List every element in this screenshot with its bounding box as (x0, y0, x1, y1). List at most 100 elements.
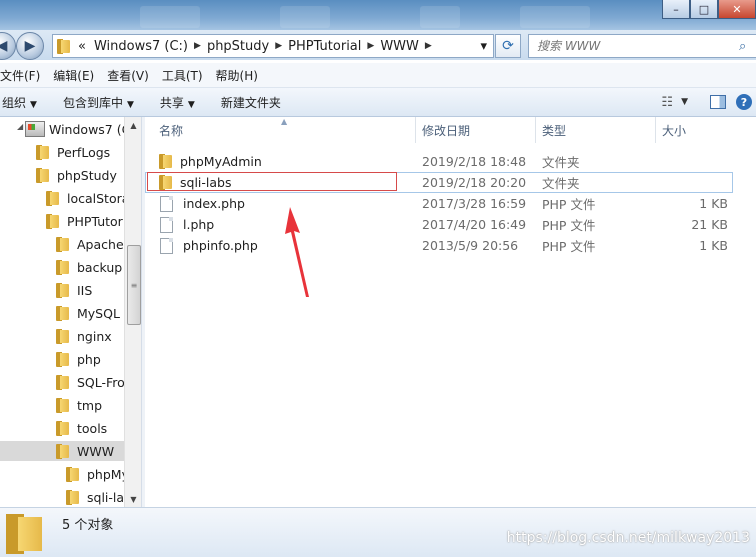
blurred-background (520, 6, 590, 28)
folder-icon (46, 213, 59, 229)
tree-item-localstorage[interactable]: localStora (46, 188, 129, 208)
table-row[interactable]: phpinfo.php 2013/5/9 20:56 PHP 文件 1 KB (145, 235, 756, 256)
table-row[interactable]: l.php 2017/4/20 16:49 PHP 文件 21 KB (145, 214, 756, 235)
menu-tools[interactable]: 工具(T) (158, 67, 212, 84)
forward-arrow-icon: ▶ (24, 38, 36, 54)
address-dropdown-icon[interactable]: ▾ (480, 39, 487, 54)
tree-item-sqli-labs[interactable]: sqli-lab (66, 487, 132, 507)
blurred-background (140, 6, 200, 28)
blurred-background (280, 6, 330, 28)
folder-icon (56, 443, 69, 459)
preview-pane-icon[interactable] (710, 95, 726, 109)
refresh-icon: ⟳ (502, 38, 514, 54)
column-header-type[interactable]: 类型 (536, 117, 656, 143)
scroll-down-icon[interactable]: ▼ (125, 491, 142, 507)
address-bar[interactable]: « Windows7 (C:) ▶ phpStudy ▶ PHPTutorial… (52, 34, 494, 58)
search-input[interactable] (535, 38, 739, 54)
drive-icon (25, 121, 45, 137)
title-bar: – □ ✕ (0, 0, 756, 30)
search-icon[interactable]: ⌕ (739, 39, 746, 54)
tree-item-sql-front[interactable]: SQL-Fron (56, 372, 133, 392)
file-size (655, 151, 728, 172)
close-button[interactable]: ✕ (718, 0, 756, 19)
menu-file[interactable]: 文件(F) (0, 67, 49, 84)
chevron-right-icon[interactable]: ▶ (425, 41, 432, 51)
tree-item-tmp[interactable]: tmp (56, 395, 102, 415)
nav-scrollbar[interactable]: ▲ ≡ ▼ (124, 117, 142, 507)
caret-down-icon[interactable]: ▼ (681, 97, 688, 107)
tree-item-phptutorial[interactable]: PHPTutoria (46, 211, 134, 231)
file-date: 2017/4/20 16:49 (422, 217, 527, 232)
tree-item-label: Apache (77, 236, 124, 252)
column-header-size[interactable]: 大小 (656, 117, 746, 143)
breadcrumb-item[interactable]: WWW (380, 39, 419, 54)
help-icon[interactable]: ? (736, 94, 752, 110)
scroll-thumb[interactable]: ≡ (127, 245, 141, 325)
folder-icon (56, 420, 69, 436)
blurred-background (420, 6, 460, 28)
file-name-cell: phpinfo.php (159, 235, 258, 256)
folder-icon (46, 190, 59, 206)
collapse-icon[interactable]: ◢ (17, 122, 23, 131)
chevron-right-icon[interactable]: ▶ (367, 41, 374, 51)
highlight-box (147, 172, 397, 191)
breadcrumb-item[interactable]: Windows7 (C:) (94, 39, 188, 54)
tree-item-drive[interactable]: Windows7 (C: (25, 119, 135, 139)
folder-icon (66, 466, 79, 482)
table-row[interactable]: phpMyAdmin 2019/2/18 18:48 文件夹 (145, 151, 756, 172)
share-button[interactable]: 共享 ▼ (160, 94, 195, 111)
refresh-button[interactable]: ⟳ (495, 34, 521, 58)
menu-view[interactable]: 查看(V) (103, 67, 158, 84)
navigation-pane: ◢ Windows7 (C: PerfLogs phpStudy localSt… (0, 117, 141, 507)
back-button[interactable]: ◀ (0, 32, 16, 60)
tree-item-phpmyadmin[interactable]: phpMy (66, 464, 129, 484)
tree-item-iis[interactable]: IIS (56, 280, 92, 300)
maximize-button[interactable]: □ (690, 0, 718, 19)
column-header-date[interactable]: 修改日期 (416, 117, 536, 143)
tree-item-label: Windows7 (C: (49, 121, 135, 137)
tree-item-label: PerfLogs (57, 144, 111, 160)
breadcrumb-item[interactable]: phpStudy (207, 39, 269, 54)
tree-item-perflogs[interactable]: PerfLogs (36, 142, 110, 162)
tree-item-label: IIS (77, 282, 93, 298)
scroll-up-icon[interactable]: ▲ (125, 117, 142, 133)
breadcrumb-item[interactable]: PHPTutorial (288, 39, 361, 54)
minimize-icon: – (673, 2, 679, 16)
chevron-right-icon[interactable]: ▶ (194, 41, 201, 51)
tree-item-apache[interactable]: Apache (56, 234, 124, 254)
tree-item-tools[interactable]: tools (56, 418, 107, 438)
folder-icon (36, 144, 49, 160)
view-options-icon[interactable]: ☷ (661, 95, 673, 110)
file-date: 2013/5/9 20:56 (422, 238, 519, 253)
file-name: index.php (183, 196, 245, 211)
back-arrow-icon: ◀ (0, 38, 8, 54)
forward-button[interactable]: ▶ (16, 32, 44, 60)
tree-item-php[interactable]: php (56, 349, 101, 369)
file-date: 2019/2/18 18:48 (422, 154, 527, 169)
include-in-library-button[interactable]: 包含到库中 ▼ (63, 94, 134, 111)
tree-item-nginx[interactable]: nginx (56, 326, 112, 346)
breadcrumb-overflow[interactable]: « (78, 39, 86, 54)
watermark: https://blog.csdn.net/milkway2013 (506, 530, 750, 546)
tree-item-phpstudy[interactable]: phpStudy (36, 165, 117, 185)
file-type: PHP 文件 (542, 218, 596, 233)
file-date: 2019/2/18 20:20 (422, 175, 527, 190)
organize-button[interactable]: 组织 ▼ (2, 94, 37, 111)
menu-help[interactable]: 帮助(H) (212, 67, 267, 84)
tree-item-www[interactable]: WWW (0, 441, 124, 461)
tree-item-backup[interactable]: backup (56, 257, 122, 277)
organize-label: 组织 (2, 95, 27, 110)
menu-edit[interactable]: 编辑(E) (49, 67, 103, 84)
new-folder-button[interactable]: 新建文件夹 (221, 94, 281, 111)
search-box: ⌕ (528, 34, 756, 58)
table-row[interactable]: index.php 2017/3/28 16:59 PHP 文件 1 KB (145, 193, 756, 214)
column-header-name[interactable]: 名称 (153, 117, 416, 143)
chevron-right-icon[interactable]: ▶ (275, 41, 282, 51)
tree-item-label: tools (77, 420, 108, 436)
file-name-cell: phpMyAdmin (159, 151, 262, 172)
tree-item-label: localStora (67, 190, 130, 206)
minimize-button[interactable]: – (662, 0, 690, 19)
folder-icon (56, 305, 69, 321)
tree-item-label: backup (77, 259, 123, 275)
tree-item-mysql[interactable]: MySQL (56, 303, 120, 323)
